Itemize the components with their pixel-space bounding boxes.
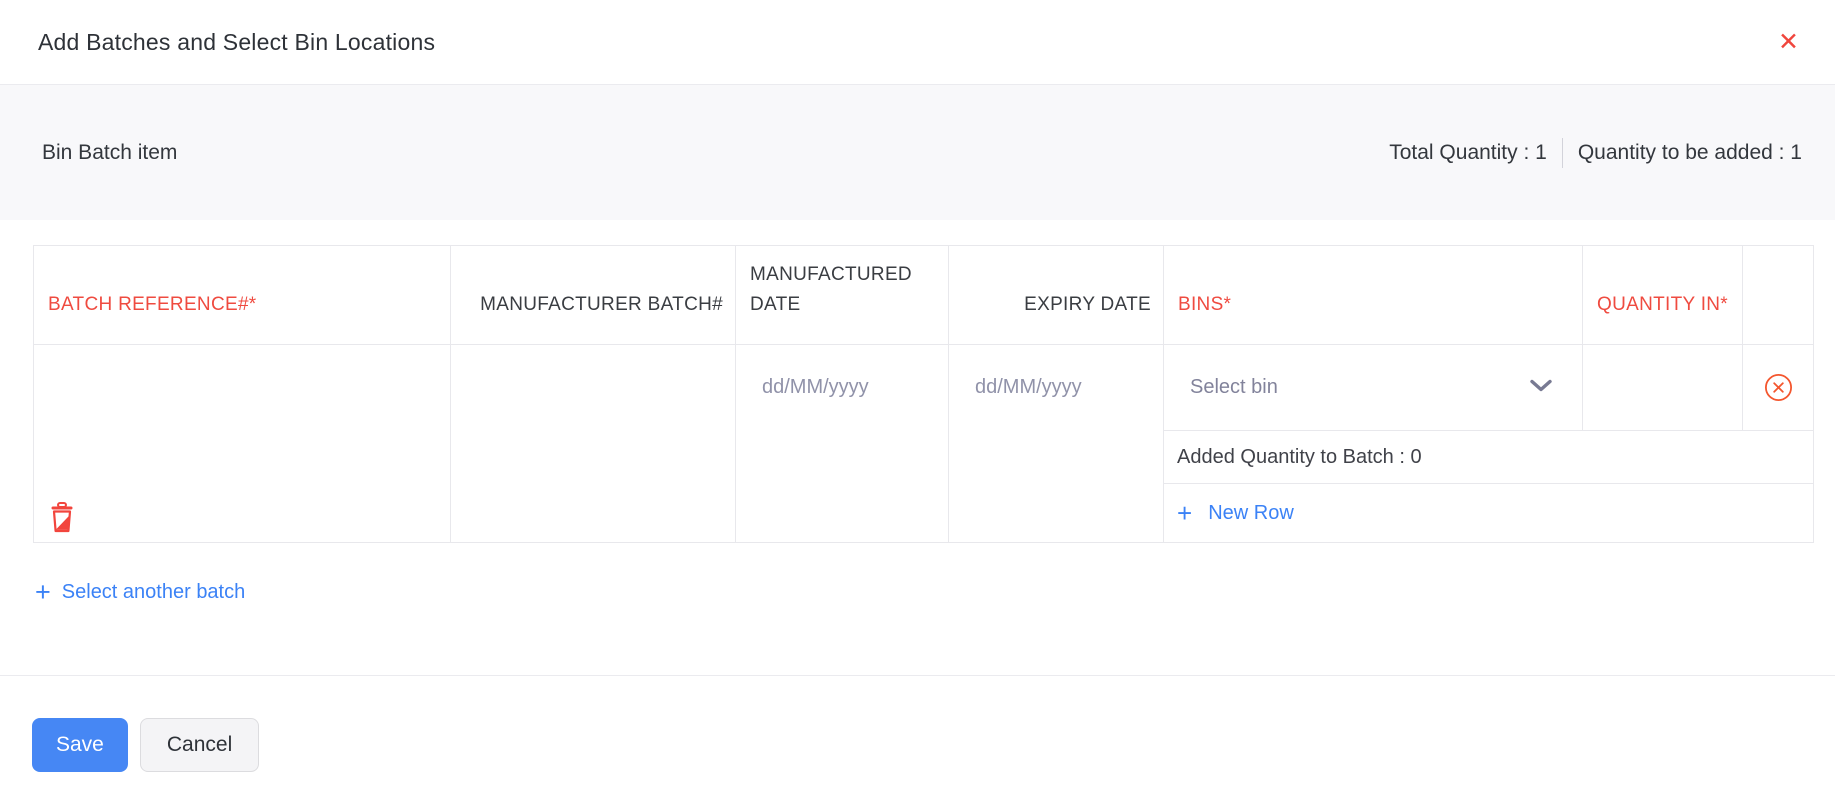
table-row — [34, 345, 451, 542]
quantity-in-input[interactable] — [1583, 345, 1742, 430]
close-button[interactable]: ✕ — [1772, 26, 1805, 59]
column-header-manufacturer-batch: MANUFACTURER BATCH# — [451, 246, 736, 345]
manufacturer-batch-input[interactable] — [451, 345, 735, 542]
save-button[interactable]: Save — [32, 718, 128, 772]
modal-header: Add Batches and Select Bin Locations ✕ — [0, 0, 1835, 85]
modal-body: BATCH REFERENCE#* MANUFACTURER BATCH# MA… — [0, 220, 1835, 606]
batch-reference-input[interactable] — [34, 345, 450, 502]
delete-row-cell — [1743, 345, 1813, 431]
chevron-down-icon — [1530, 379, 1552, 397]
new-row-cell: + New Row — [1164, 484, 1813, 542]
expiry-date-cell — [949, 345, 1164, 542]
column-header-expiry-date: EXPIRY DATE — [949, 246, 1164, 345]
total-quantity-label: Total Quantity : 1 — [1389, 140, 1547, 164]
column-header-quantity-in: QUANTITY IN* — [1583, 246, 1743, 345]
column-header-manufactured-date: MANUFACTURED DATE — [736, 246, 949, 345]
item-name: Bin Batch item — [42, 140, 178, 164]
quantity-to-be-added-label: Quantity to be added : 1 — [1577, 140, 1802, 164]
item-summary-strip: Bin Batch item Total Quantity : 1 Quanti… — [0, 85, 1835, 220]
added-quantity-to-batch: Added Quantity to Batch : 0 — [1164, 431, 1813, 484]
trash-icon — [50, 502, 74, 537]
plus-icon: + — [1177, 498, 1193, 528]
select-another-batch-label: Select another batch — [61, 581, 246, 603]
plus-icon: + — [35, 577, 51, 607]
select-another-batch-button[interactable]: + Select another batch — [35, 579, 245, 606]
close-icon: ✕ — [1778, 27, 1799, 56]
new-row-label: New Row — [1208, 501, 1294, 524]
column-header-batch-reference: BATCH REFERENCE#* — [34, 246, 451, 345]
column-header-actions — [1743, 246, 1813, 345]
circle-x-icon — [1764, 373, 1793, 405]
bin-select-dropdown[interactable]: Select bin — [1164, 345, 1583, 431]
bin-select-placeholder: Select bin — [1190, 376, 1278, 398]
manufactured-date-cell — [736, 345, 949, 542]
manufacturer-batch-cell — [451, 345, 736, 542]
batch-bin-table: BATCH REFERENCE#* MANUFACTURER BATCH# MA… — [33, 245, 1814, 543]
manufactured-date-input[interactable] — [762, 370, 938, 404]
summary-divider — [1561, 137, 1563, 168]
column-header-bins: BINS* — [1164, 246, 1583, 345]
modal-footer: Save Cancel — [0, 675, 1835, 788]
modal-title: Add Batches and Select Bin Locations — [38, 28, 436, 55]
delete-batch-button[interactable] — [50, 502, 74, 534]
cancel-button[interactable]: Cancel — [139, 718, 260, 772]
new-row-button[interactable]: + New Row — [1177, 500, 1294, 526]
select-another-batch-row: + Select another batch — [35, 579, 1835, 606]
quantity-summary: Total Quantity : 1 Quantity to be added … — [1389, 137, 1802, 168]
expiry-date-input[interactable] — [975, 370, 1153, 404]
quantity-in-cell — [1583, 345, 1743, 431]
remove-bin-row-button[interactable] — [1762, 371, 1795, 404]
